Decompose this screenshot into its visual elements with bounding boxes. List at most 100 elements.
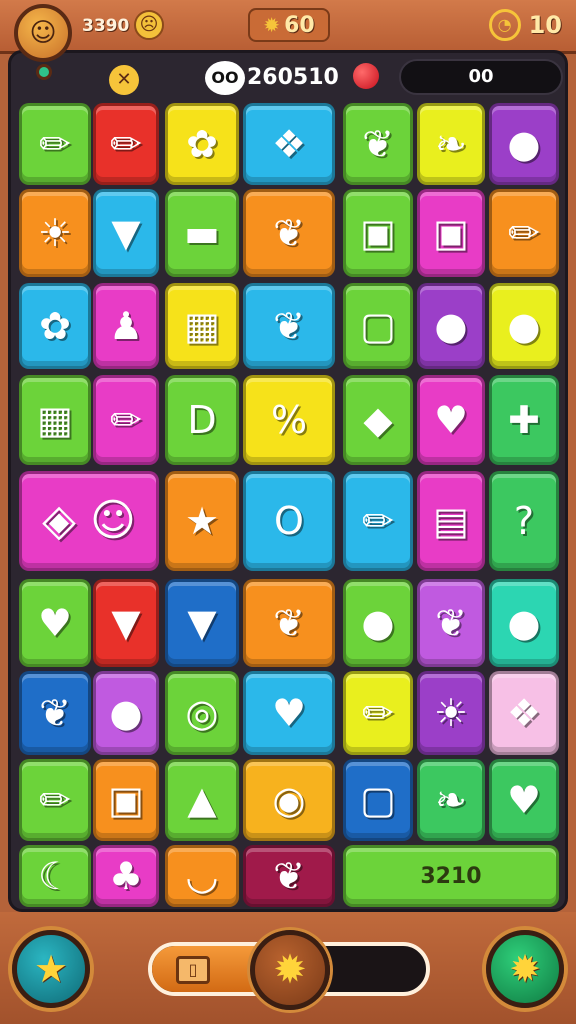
tile-question[interactable]: ? xyxy=(489,471,559,571)
score-tile[interactable]: 3210 xyxy=(343,845,559,907)
tile-banana[interactable]: ☾ xyxy=(19,845,91,907)
tile-creature[interactable]: ◉ xyxy=(243,759,335,841)
tile-candy[interactable]: ❖ xyxy=(489,671,559,755)
tile-pepper[interactable]: ❧ xyxy=(417,103,485,185)
tile-crayon[interactable]: ✏ xyxy=(93,375,159,465)
tile-gem-face[interactable]: ◈ ☺ xyxy=(19,471,159,571)
banana-icon: ☾ xyxy=(37,854,73,898)
tile-ring[interactable]: ◎ xyxy=(165,671,239,755)
eyes-icon: OO xyxy=(205,61,245,95)
tile-letter-d[interactable]: D xyxy=(165,375,239,465)
tile-box[interactable]: ▢ xyxy=(343,759,413,841)
sun-icon: ✹ xyxy=(509,947,541,991)
progress-knob[interactable]: ✹ xyxy=(250,930,330,1010)
tile-bowl[interactable]: ◡ xyxy=(165,845,239,907)
tile-cube[interactable]: ◆ xyxy=(343,375,413,465)
tile-apple[interactable]: ● xyxy=(489,283,559,369)
tile-pencil[interactable]: ✏ xyxy=(489,189,559,277)
tile-flower[interactable]: ✿ xyxy=(19,283,91,369)
tile-leaf[interactable]: ❦ xyxy=(243,579,335,667)
tile-card[interactable]: ▤ xyxy=(417,471,485,571)
tile-carrot[interactable]: ▼ xyxy=(165,579,239,667)
ring-icon: ◎ xyxy=(185,691,219,735)
tile-gift-box[interactable]: ▦ xyxy=(165,283,239,369)
tile-apple[interactable]: ● xyxy=(489,579,559,667)
close-icon[interactable]: ✕ xyxy=(109,65,139,95)
tile-hat[interactable]: ▲ xyxy=(165,759,239,841)
tile-leaf[interactable]: ❦ xyxy=(243,189,335,277)
cube-icon: ◆ xyxy=(363,398,393,442)
tile-radish[interactable]: ❦ xyxy=(243,845,335,907)
tile-heart[interactable]: ♥ xyxy=(243,671,335,755)
tile-leaf[interactable]: ❦ xyxy=(343,103,413,185)
heart-icon: ♥ xyxy=(37,601,73,645)
badge-gem-icon xyxy=(36,64,52,80)
letter-d-icon: D xyxy=(187,398,217,442)
tile-bottle[interactable]: ♟ xyxy=(93,283,159,369)
tile-leaf[interactable]: ❦ xyxy=(243,283,335,369)
center-counter: ✹ 60 xyxy=(248,8,330,42)
tile-leaf[interactable]: ❦ xyxy=(417,579,485,667)
tile-crayon[interactable]: ✏ xyxy=(19,759,91,841)
jar-icon: ▣ xyxy=(360,211,396,255)
tile-pencil[interactable]: ✏ xyxy=(343,671,413,755)
tile-sun[interactable]: ☀ xyxy=(417,671,485,755)
tile-sun[interactable]: ☀ xyxy=(19,189,91,277)
tile-candy[interactable]: ❖ xyxy=(243,103,335,185)
crayon-icon: ✏ xyxy=(110,122,142,166)
tile-jar[interactable]: ▣ xyxy=(93,759,159,841)
tile-speech-bubble[interactable]: ● xyxy=(417,283,485,369)
star-button[interactable]: ★ xyxy=(12,930,90,1008)
tile-ring[interactable]: O xyxy=(243,471,335,571)
tile-puzzle[interactable]: ✚ xyxy=(489,375,559,465)
pepper-icon: ❧ xyxy=(435,122,467,166)
card-icon: ▤ xyxy=(433,499,469,543)
tile-ice-cream[interactable]: ▼ xyxy=(93,579,159,667)
tile-fruit[interactable]: ♣ xyxy=(93,845,159,907)
bowl-icon: ◡ xyxy=(185,854,219,898)
crayon-icon: ✏ xyxy=(110,398,142,442)
tile-heart[interactable]: ♥ xyxy=(489,759,559,841)
flower-icon: ✿ xyxy=(39,304,71,348)
tile-star[interactable]: ★ xyxy=(165,471,239,571)
player-badge-icon[interactable]: ☺ xyxy=(14,4,72,62)
timer-group: ◔ 10 xyxy=(488,8,562,42)
tile-plum[interactable]: ● xyxy=(343,579,413,667)
candy-icon: ❖ xyxy=(271,122,307,166)
tile-gear-flower[interactable]: ✿ xyxy=(165,103,239,185)
tile-crayon[interactable]: ✏ xyxy=(19,103,91,185)
tile-leaf[interactable]: ❦ xyxy=(19,671,91,755)
tile-apple[interactable]: ● xyxy=(489,103,559,185)
carrot-icon: ▼ xyxy=(111,211,141,255)
score-tile-label: 3210 xyxy=(420,863,482,889)
gear-flower-icon: ✿ xyxy=(186,122,218,166)
orange-icon: ● xyxy=(109,691,143,735)
puzzle-icon: ✚ xyxy=(508,398,540,442)
tile-percent[interactable]: % xyxy=(243,375,335,465)
tile-orange[interactable]: ● xyxy=(93,671,159,755)
crayon-icon: ✏ xyxy=(39,122,71,166)
tile-pepper[interactable]: ❧ xyxy=(417,759,485,841)
apple-icon: ● xyxy=(507,304,541,348)
tile-popcorn-box[interactable]: ▦ xyxy=(19,375,91,465)
gift-box-icon: ▦ xyxy=(184,304,220,348)
tile-carrot[interactable]: ▼ xyxy=(93,189,159,277)
center-counter-value: 60 xyxy=(284,12,315,38)
tile-box[interactable]: ▢ xyxy=(343,283,413,369)
gear-icon: ✹ xyxy=(273,947,307,993)
fruit-icon: ♣ xyxy=(108,854,144,898)
header-score: 3390 xyxy=(82,16,130,36)
tile-jar[interactable]: ▣ xyxy=(343,189,413,277)
tile-heart[interactable]: ♥ xyxy=(417,375,485,465)
leaf-icon: ❦ xyxy=(273,304,305,348)
leaf-icon: ❦ xyxy=(273,601,305,645)
tile-heart[interactable]: ♥ xyxy=(19,579,91,667)
plum-icon: ● xyxy=(361,601,395,645)
tile-pencil[interactable]: ✏ xyxy=(343,471,413,571)
tile-crayon[interactable]: ✏ xyxy=(93,103,159,185)
candy-icon: ❖ xyxy=(506,691,542,735)
tile-jar[interactable]: ▣ xyxy=(417,189,485,277)
tile-pot[interactable]: ▬ xyxy=(165,189,239,277)
heart-icon: ♥ xyxy=(271,691,307,735)
sun-button[interactable]: ✹ xyxy=(486,930,564,1008)
